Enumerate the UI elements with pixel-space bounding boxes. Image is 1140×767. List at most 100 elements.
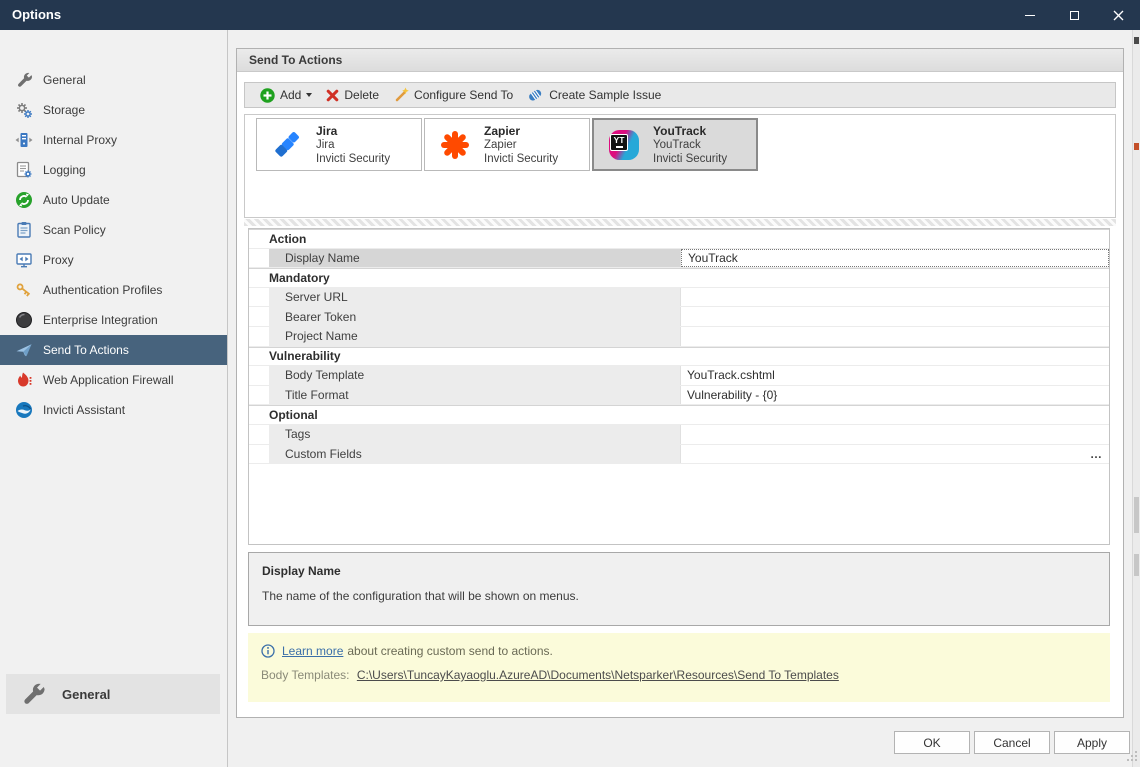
learn-more-link[interactable]: Learn more xyxy=(282,644,343,658)
chevron-down-icon xyxy=(306,93,312,97)
display-name-input[interactable]: YouTrack xyxy=(681,249,1109,268)
card-company: Invicti Security xyxy=(316,152,390,166)
grid-label[interactable]: Tags xyxy=(269,425,681,444)
panel-header: Send To Actions xyxy=(237,49,1123,72)
key-icon xyxy=(13,280,35,300)
sidebar-item-scan-policy[interactable]: Scan Policy xyxy=(0,215,227,245)
grid-row-project-name: Project Name xyxy=(249,327,1109,347)
flame-icon xyxy=(13,370,35,390)
project-name-input[interactable] xyxy=(681,327,1109,346)
sample-issue-icon xyxy=(527,87,544,103)
card-zapier[interactable]: Zapier Zapier Invicti Security xyxy=(424,118,590,171)
description-title: Display Name xyxy=(262,564,1096,578)
minimize-icon xyxy=(1025,15,1035,16)
grid-category-optional[interactable]: Optional xyxy=(249,405,1109,425)
grid-label[interactable]: Project Name xyxy=(269,327,681,346)
bearer-token-input[interactable] xyxy=(681,307,1109,326)
title-bar: Options xyxy=(0,0,1140,30)
maximize-icon xyxy=(1070,11,1079,20)
ok-button[interactable]: OK xyxy=(894,731,970,754)
close-button[interactable] xyxy=(1096,0,1140,30)
sidebar-item-logging[interactable]: Logging xyxy=(0,155,227,185)
sphere-icon xyxy=(13,310,35,330)
grid-category-mandatory[interactable]: Mandatory xyxy=(249,268,1109,288)
body-templates-path-link[interactable]: C:\Users\TuncayKayaoglu.AzureAD\Document… xyxy=(357,668,839,682)
card-company: Invicti Security xyxy=(653,152,727,166)
grid-row-title-format: Title Format Vulnerability - {0} xyxy=(249,386,1109,406)
cancel-button[interactable]: Cancel xyxy=(974,731,1050,754)
sidebar-item-authentication-profiles[interactable]: Authentication Profiles xyxy=(0,275,227,305)
configure-send-to-button[interactable]: Configure Send To xyxy=(386,84,520,106)
card-title: Jira xyxy=(316,124,390,138)
gears-icon xyxy=(13,100,35,120)
grid-row-bearer-token: Bearer Token xyxy=(249,307,1109,327)
card-title: YouTrack xyxy=(653,124,727,138)
sidebar-item-invicti-assistant[interactable]: Invicti Assistant xyxy=(0,395,227,425)
sidebar-item-proxy[interactable]: Proxy xyxy=(0,245,227,275)
sidebar-item-auto-update[interactable]: Auto Update xyxy=(0,185,227,215)
card-jira[interactable]: Jira Jira Invicti Security xyxy=(256,118,422,171)
annotation-mark xyxy=(1134,554,1139,576)
grid-label[interactable]: Title Format xyxy=(269,386,681,405)
magic-wand-icon xyxy=(393,87,409,103)
card-subtitle: Jira xyxy=(316,138,390,152)
grid-label[interactable]: Body Template xyxy=(269,366,681,385)
sidebar-footer-label: General xyxy=(62,687,110,702)
jira-logo xyxy=(270,130,304,160)
body-template-input[interactable]: YouTrack.cshtml xyxy=(681,366,1109,385)
grid-row-tags: Tags xyxy=(249,425,1109,445)
title-format-input[interactable]: Vulnerability - {0} xyxy=(681,386,1109,405)
add-icon xyxy=(260,88,275,103)
options-dialog: { "window": { "title": "Options" }, "sid… xyxy=(0,0,1140,767)
tags-input[interactable] xyxy=(681,425,1109,444)
toolbar: Add Delete Configure Send To Create Samp… xyxy=(244,82,1116,108)
refresh-icon xyxy=(13,190,35,210)
grid-row-display-name: Display Name YouTrack xyxy=(249,249,1109,269)
grid-label[interactable]: Custom Fields xyxy=(269,445,681,464)
grid-label[interactable]: Display Name xyxy=(269,249,681,268)
grid-label[interactable]: Bearer Token xyxy=(269,307,681,326)
youtrack-logo: YT xyxy=(607,130,641,160)
ellipsis-button[interactable]: … xyxy=(1090,447,1103,461)
card-youtrack[interactable]: YT YouTrack YouTrack Invicti Security xyxy=(592,118,758,171)
minimize-button[interactable] xyxy=(1008,0,1052,30)
grid-indent xyxy=(249,445,269,464)
annotation-mark xyxy=(1134,497,1139,533)
sidebar-item-general[interactable]: General xyxy=(0,65,227,95)
create-sample-issue-button[interactable]: Create Sample Issue xyxy=(520,84,668,106)
annotation-mark xyxy=(1134,37,1139,44)
monitor-arrows-icon xyxy=(13,250,35,270)
maximize-button[interactable] xyxy=(1052,0,1096,30)
sidebar-item-web-application-firewall[interactable]: Web Application Firewall xyxy=(0,365,227,395)
window-controls xyxy=(1008,0,1140,30)
splitter-handle[interactable] xyxy=(244,219,1116,226)
wrench-icon-large xyxy=(20,681,46,707)
resize-grip[interactable] xyxy=(1125,749,1138,765)
add-button[interactable]: Add xyxy=(253,84,319,106)
grid-category-action[interactable]: Action xyxy=(249,229,1109,249)
card-title: Zapier xyxy=(484,124,558,138)
grid-label[interactable]: Server URL xyxy=(269,288,681,307)
panel-header-title: Send To Actions xyxy=(249,53,342,67)
send-to-action-list: Jira Jira Invicti Security Zapier Zapier… xyxy=(244,114,1116,218)
grid-category-vulnerability[interactable]: Vulnerability xyxy=(249,347,1109,367)
apply-button[interactable]: Apply xyxy=(1054,731,1130,754)
sidebar-item-send-to-actions[interactable]: Send To Actions xyxy=(0,335,227,365)
window-title: Options xyxy=(12,7,61,22)
sidebar-item-storage[interactable]: Storage xyxy=(0,95,227,125)
grid-row-body-template: Body Template YouTrack.cshtml xyxy=(249,366,1109,386)
server-url-input[interactable] xyxy=(681,288,1109,307)
property-description-panel: Display Name The name of the configurati… xyxy=(248,552,1110,626)
paper-plane-icon xyxy=(13,340,35,360)
sidebar-item-enterprise-integration[interactable]: Enterprise Integration xyxy=(0,305,227,335)
wrench-icon xyxy=(13,70,35,90)
delete-button[interactable]: Delete xyxy=(319,84,386,106)
annotation-mark xyxy=(1134,143,1139,150)
zapier-logo xyxy=(438,130,472,160)
log-document-icon xyxy=(13,160,35,180)
custom-fields-input[interactable]: … xyxy=(681,445,1109,464)
description-text: The name of the configuration that will … xyxy=(262,589,1096,603)
scroll-annotation-strip[interactable] xyxy=(1132,30,1140,767)
sidebar-item-internal-proxy[interactable]: Internal Proxy xyxy=(0,125,227,155)
info-icon xyxy=(261,644,275,658)
